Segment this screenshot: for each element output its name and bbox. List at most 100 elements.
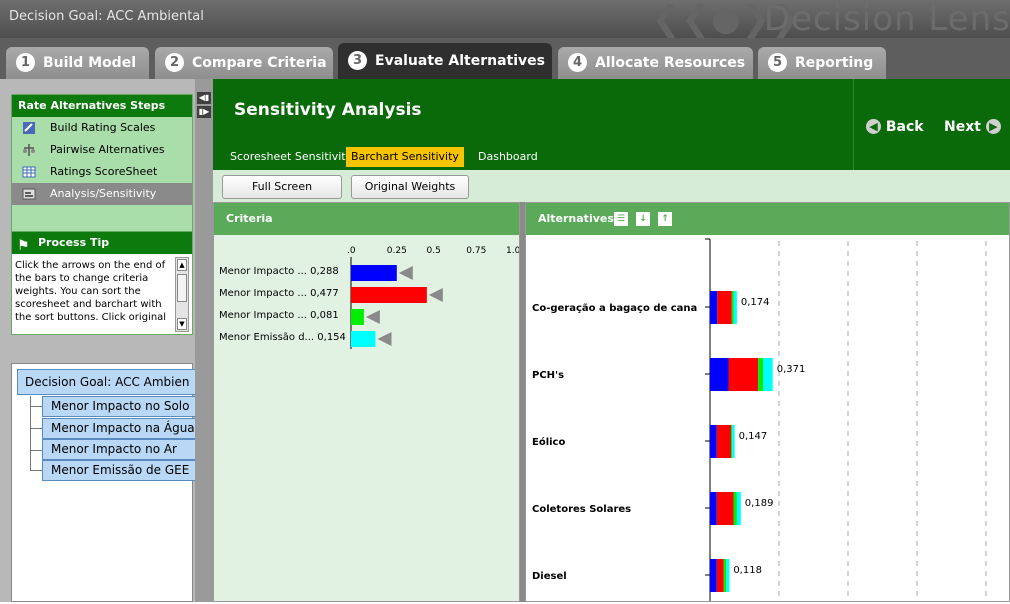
navigation-area: ◀ Back Next ▶: [853, 79, 1010, 170]
criteria-title: Criteria: [214, 203, 519, 235]
sidebar-splitter[interactable]: ◀▮ ▮▶: [195, 79, 213, 602]
alternative-bar-segment: [731, 425, 733, 458]
grid-icon: [22, 166, 36, 178]
criteria-weight-bar: [351, 265, 397, 281]
alternative-bar-segment: [710, 291, 718, 324]
alternative-bar-segment: [728, 358, 759, 391]
tab-evaluate-alternatives[interactable]: 3 Evaluate Alternatives: [338, 43, 552, 79]
tree-connector: [30, 428, 42, 429]
tab-reporting[interactable]: 5 Reporting: [758, 47, 886, 79]
alternative-bar-segment: [731, 291, 734, 324]
criteria-label: Menor Emissão d... 0,154: [219, 332, 346, 343]
alternative-value-label: 0,147: [739, 431, 768, 442]
tree-node-solo[interactable]: Menor Impacto no Solo: [42, 396, 197, 417]
alternatives-header: Alternatives ☰ ↓ ↑: [526, 203, 1009, 235]
tab-scoresheet-sensitivity[interactable]: Scoresheet Sensitivity: [230, 147, 352, 167]
criteria-axis-tick: 1.0: [506, 246, 519, 256]
alternative-label: Co-geração a bagaço de cana: [532, 303, 697, 314]
step-analysis-sensitivity[interactable]: Analysis/Sensitivity: [12, 183, 192, 205]
original-weights-button[interactable]: Original Weights: [351, 175, 469, 199]
sort-descending-icon[interactable]: ↑: [658, 212, 672, 226]
weight-handle-arrow-icon[interactable]: [377, 332, 392, 346]
tree-connector: [30, 470, 42, 471]
alternative-label: Coletores Solares: [532, 504, 631, 515]
sort-ascending-icon[interactable]: ↓: [636, 212, 650, 226]
main-header: Sensitivity Analysis Scoresheet Sensitiv…: [213, 79, 853, 170]
alternative-bar-segment: [716, 425, 731, 458]
alternative-value-label: 0,371: [777, 364, 806, 375]
alternative-value-label: 0,174: [741, 297, 770, 308]
full-screen-button[interactable]: Full Screen: [222, 175, 342, 199]
process-tip-title: ⚑ Process Tip: [12, 232, 192, 254]
criteria-weight-bar: [351, 331, 376, 347]
step-build-rating-scales[interactable]: Build Rating Scales: [12, 117, 192, 139]
toolbar: Full Screen Original Weights: [213, 170, 1010, 202]
criteria-weights-chart: .0 0.25 0.5 0.75 1.0 Menor Impacto ... 0,288 M…: [219, 246, 521, 349]
scroll-thumb[interactable]: [177, 274, 187, 302]
criteria-label: Menor Impacto ... 0,477: [219, 288, 339, 299]
alternative-bar-segment: [726, 559, 730, 592]
ruler-icon: [23, 122, 35, 134]
signpost-icon: ⚑: [17, 238, 30, 254]
next-arrow-icon: ▶: [985, 119, 1001, 134]
criteria-weight-bar: [351, 309, 364, 325]
alternative-bar-segment: [710, 492, 717, 525]
alternative-value-label: 0,189: [745, 498, 774, 509]
alternative-bar-segment: [716, 492, 734, 525]
tree-root-node[interactable]: Decision Goal: ACC Ambien: [17, 369, 197, 395]
tab-allocate-resources[interactable]: 4 Allocate Resources: [558, 47, 753, 79]
tab-compare-criteria[interactable]: 2 Compare Criteria: [155, 47, 333, 79]
process-tip-text: Click the arrows on the end of the bars …: [15, 260, 167, 323]
weight-handle-arrow-icon[interactable]: [365, 310, 380, 324]
tab-dashboard[interactable]: Dashboard: [478, 147, 538, 167]
tree-connector: [30, 450, 42, 451]
step-pairwise-alternatives[interactable]: Pairwise Alternatives: [12, 139, 192, 161]
step-ratings-scoresheet[interactable]: Ratings ScoreSheet: [12, 161, 192, 183]
alternative-bar-segment: [710, 425, 717, 458]
alternative-bar-segment: [716, 559, 724, 592]
criteria-panel: Criteria .0 0.25 0.5 0.75 1.0 Menor Impacto .…: [213, 202, 521, 602]
criteria-axis-tick: .0: [347, 246, 356, 256]
process-tip-panel: ⚑ Process Tip Click the arrows on the end…: [11, 231, 193, 335]
alternative-label: Diesel: [532, 571, 567, 582]
window-title: Decision Goal: ACC Ambiental: [9, 9, 204, 24]
back-arrow-icon: ◀: [866, 119, 881, 134]
alternative-bar-segment: [717, 291, 732, 324]
next-button[interactable]: Next ▶: [944, 119, 1001, 135]
main-tab-bar: 1 Build Model 2 Compare Criteria 3 Evaluate…: [0, 38, 1010, 79]
tab-barchart-sensitivity[interactable]: Barchart Sensitivity: [346, 147, 464, 167]
back-button[interactable]: ◀ Back: [866, 119, 924, 135]
weight-handle-arrow-icon[interactable]: [428, 288, 443, 302]
criteria-label: Menor Impacto ... 0,288: [219, 266, 339, 277]
list-view-icon[interactable]: ☰: [614, 212, 628, 226]
left-sidebar: Rate Alternatives Steps Build Rating Sca…: [0, 79, 197, 602]
tab-build-model[interactable]: 1 Build Model: [6, 47, 149, 79]
alternatives-title: Alternatives: [538, 212, 614, 225]
steps-title: Rate Alternatives Steps: [12, 95, 192, 117]
alternative-bar-segment: [723, 559, 727, 592]
criteria-axis-tick: 0.75: [466, 246, 486, 256]
alternatives-panel: Alternatives ☰ ↓ ↑ Co-geração a bagaço d…: [525, 202, 1010, 602]
criteria-label: Menor Impacto ... 0,081: [219, 310, 339, 321]
alternative-bar-segment: [733, 291, 737, 324]
alternative-bar-segment: [710, 559, 717, 592]
chart-icon: [22, 188, 36, 200]
alternative-label: PCH's: [532, 370, 564, 381]
alternative-bar-segment: [758, 358, 764, 391]
alternative-bar-segment: [710, 358, 729, 391]
alternative-value-label: 0,118: [733, 565, 762, 576]
scroll-up-icon[interactable]: ▲: [177, 259, 187, 271]
scale-icon: [23, 144, 35, 156]
scroll-down-icon[interactable]: ▼: [177, 318, 187, 330]
collapse-left-icon[interactable]: ◀▮: [197, 92, 211, 104]
tree-node-gee[interactable]: Menor Emissão de GEE: [42, 460, 197, 481]
alternative-bar-segment: [736, 492, 741, 525]
alternatives-barchart: Co-geração a bagaço de cana 0,174 PCH's 0,3…: [532, 238, 987, 601]
tip-scrollbar[interactable]: ▲ ▼: [175, 257, 189, 332]
weight-handle-arrow-icon[interactable]: [398, 266, 413, 280]
tree-connector: [30, 406, 42, 407]
expand-right-icon[interactable]: ▮▶: [197, 106, 211, 118]
alternative-bar-segment: [763, 358, 773, 391]
tree-node-agua[interactable]: Menor Impacto na Água: [42, 418, 197, 439]
tree-node-ar[interactable]: Menor Impacto no Ar: [42, 439, 197, 460]
